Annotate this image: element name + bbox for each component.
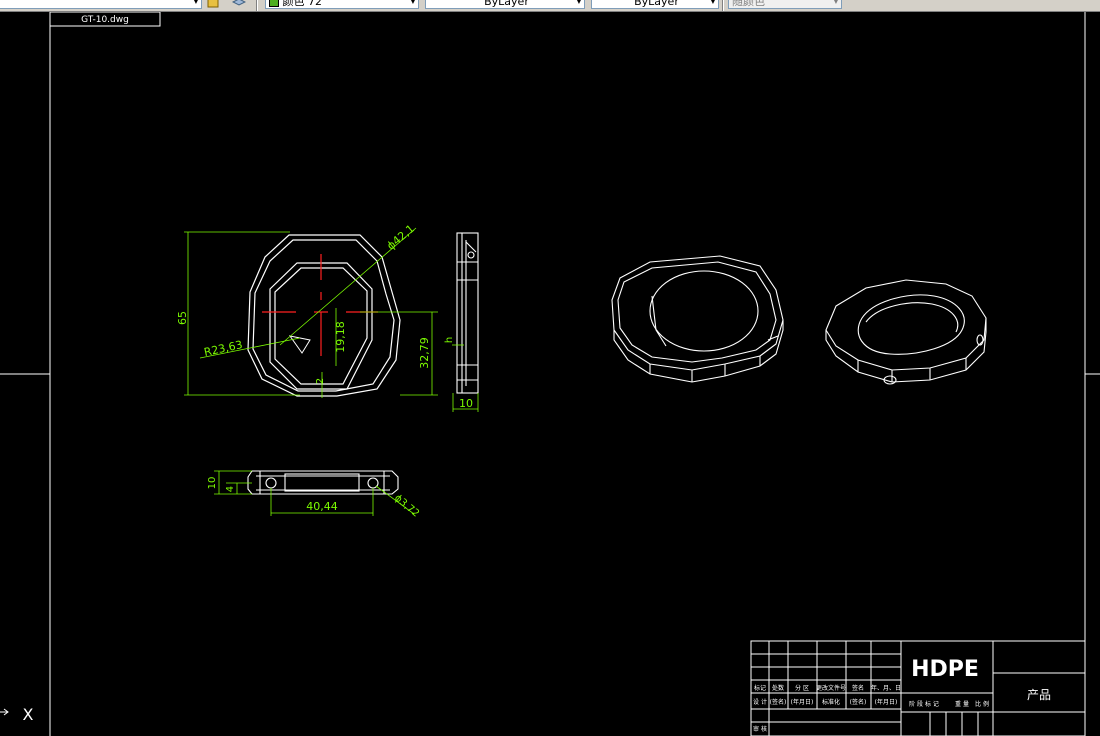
title-cell: 更改文件号 (816, 684, 846, 692)
title-cell: (年月日) (875, 698, 898, 706)
dim-diameter: ϕ42,1 (384, 222, 417, 252)
drawing-name-tab: GT-10.dwg (81, 15, 129, 25)
isometric-view-1 (611, 255, 784, 383)
title-cell: 重 量 (955, 700, 969, 708)
title-cell: 处数 (772, 684, 784, 692)
title-cell: 阶 段 标 记 (909, 700, 939, 708)
plotstyle-dropdown[interactable]: 随颜色 ▼ (728, 0, 842, 9)
isometric-view-2 (825, 279, 987, 385)
lineweight-dropdown[interactable]: ByLayer ▼ (591, 0, 719, 9)
title-cell: 比 例 (975, 700, 989, 708)
bottom-view (247, 470, 399, 495)
chevron-down-icon: ▼ (709, 0, 716, 5)
color-label: 颜色 72 (282, 0, 323, 8)
dim-inner: 19,18 (334, 321, 347, 353)
drawing-canvas[interactable]: GT-10.dwg 65 R23,63 ϕ42,1 19,18 32,79 2 (0, 12, 1100, 736)
front-view (247, 234, 401, 397)
toolbar-separator (722, 0, 724, 11)
dim-bottom-small: 4 (225, 486, 236, 492)
dim-offset: 32,79 (418, 337, 431, 369)
layer-stack-icon[interactable] (232, 0, 246, 8)
title-cell: (签名) (850, 698, 867, 706)
ucs-icon (0, 708, 9, 716)
title-cell: 标记 (754, 684, 766, 692)
properties-toolbar: ▼ 颜色 72 ▼ ByLayer ▼ ByLayer ▼ 随颜色 ▼ (0, 0, 1100, 12)
color-dropdown[interactable]: 颜色 72 ▼ (265, 0, 419, 9)
linetype-label: ByLayer (484, 0, 529, 8)
dim-hole-dia: ϕ3,72 (392, 493, 421, 520)
title-cell: 审 核 (753, 725, 767, 733)
ucs-x-label: X (23, 705, 34, 724)
title-cell: 签名 (852, 684, 864, 692)
title-cell: 标准化 (822, 698, 840, 706)
chevron-down-icon: ▼ (409, 0, 416, 5)
chevron-down-icon: ▼ (575, 0, 582, 5)
title-cell: 年、月、日 (871, 684, 901, 692)
material-label: HDPE (911, 657, 979, 682)
lineweight-label: ByLayer (634, 0, 679, 8)
layer-dropdown[interactable]: ▼ (0, 0, 202, 9)
title-cell: 分 区 (795, 684, 809, 692)
part-name-label: 产品 (1027, 688, 1051, 702)
title-cell: (年月日) (791, 698, 814, 706)
chevron-down-icon: ▼ (192, 0, 199, 5)
dim-small: 2 (315, 378, 326, 384)
drawing-frame (0, 12, 1100, 736)
dim-thickness: 10 (459, 397, 473, 410)
plotstyle-label: 随颜色 (732, 0, 765, 8)
title-cell: 设 计 (753, 698, 767, 706)
dim-height: 65 (176, 311, 189, 325)
toolbar-separator (256, 0, 258, 11)
color-swatch-icon (269, 0, 279, 7)
dim-side-h: h (444, 337, 455, 343)
front-dimensions (184, 227, 438, 398)
dim-bottom-t: 10 (207, 477, 218, 490)
side-view (456, 232, 479, 394)
dim-radius: R23,63 (203, 338, 244, 359)
layer-states-icon[interactable] (207, 0, 221, 8)
title-cell: (签名) (770, 698, 787, 706)
chevron-down-icon: ▼ (832, 0, 839, 5)
dim-hole-spacing: 40,44 (306, 500, 338, 513)
linetype-dropdown[interactable]: ByLayer ▼ (425, 0, 585, 9)
center-lines (262, 254, 378, 356)
